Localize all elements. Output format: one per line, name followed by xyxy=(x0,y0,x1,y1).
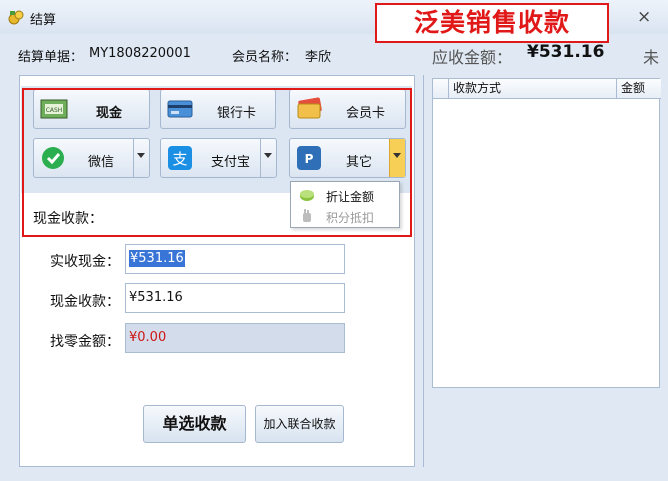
wechat-dropdown[interactable] xyxy=(133,139,149,177)
alipay-dropdown[interactable] xyxy=(260,139,276,177)
order-number: MY1808220001 xyxy=(89,46,191,61)
amount-due-label: 应收金额： xyxy=(432,48,513,67)
svg-text:P: P xyxy=(305,152,314,166)
member-card-icon xyxy=(297,97,322,119)
joint-payment-button[interactable]: 加入联合收款 xyxy=(255,405,344,443)
single-payment-button[interactable]: 单选收款 xyxy=(143,405,246,443)
wechat-label: 微信 xyxy=(88,155,115,170)
change-label: 找零金额： xyxy=(50,334,120,350)
change-field: ¥0.00 xyxy=(125,323,345,353)
svg-text:支: 支 xyxy=(172,150,187,168)
bank-card-button[interactable]: 银行卡 xyxy=(160,89,276,129)
actual-cash-field[interactable]: ¥531.16 xyxy=(125,244,345,274)
actual-cash-value: ¥531.16 xyxy=(129,250,185,267)
coins-icon xyxy=(8,10,24,25)
cash-icon: CASH xyxy=(40,99,68,119)
cash-received-field[interactable]: ¥531.16 xyxy=(125,283,345,313)
alipay-icon: 支 xyxy=(168,146,192,170)
close-button[interactable]: × xyxy=(637,7,651,27)
menu-item-label: 积分抵扣 xyxy=(326,211,375,225)
member-name: 李欣 xyxy=(305,50,332,65)
grid-header-method[interactable]: 收款方式 xyxy=(449,79,617,99)
cash-button[interactable]: CASH 现金 xyxy=(33,89,150,129)
member-card-label: 会员卡 xyxy=(346,106,386,121)
truncated-label: 未 xyxy=(643,48,660,67)
actual-cash-label: 实收现金： xyxy=(50,254,120,270)
member-card-button[interactable]: 会员卡 xyxy=(289,89,406,129)
payment-grid[interactable]: 收款方式 金额 xyxy=(432,78,661,388)
bank-card-label: 银行卡 xyxy=(217,106,257,121)
other-menu: 折让金额 积分抵扣 xyxy=(290,181,400,228)
amount-due-value: ¥531.16 xyxy=(527,42,605,62)
grid-corner xyxy=(433,79,449,99)
brand-banner: 泛美销售收款 xyxy=(375,3,609,43)
chevron-down-icon xyxy=(393,153,401,158)
other-button[interactable]: P 其它 xyxy=(289,138,406,178)
other-label: 其它 xyxy=(346,155,373,170)
svg-text:CASH: CASH xyxy=(46,107,63,114)
alipay-label: 支付宝 xyxy=(211,155,251,170)
grid-header-amount[interactable]: 金额 xyxy=(617,79,661,99)
order-label: 结算单据： xyxy=(18,50,84,65)
hand-icon xyxy=(303,209,311,222)
cash-section-title: 现金收款： xyxy=(33,211,103,227)
other-dropdown[interactable] xyxy=(389,139,405,177)
payment-method-area: CASH 现金 银行卡 会员卡 微信 支 支付宝 P 其它 xyxy=(21,86,412,193)
discount-icon xyxy=(300,190,314,201)
cash-label: 现金 xyxy=(96,106,123,121)
bank-card-icon xyxy=(167,100,193,118)
paypal-icon: P xyxy=(297,146,321,170)
cash-received-value: ¥531.16 xyxy=(129,290,183,305)
cash-received-label: 现金收款： xyxy=(50,294,120,310)
member-label: 会员名称： xyxy=(232,50,298,65)
chevron-down-icon xyxy=(137,153,145,158)
alipay-button[interactable]: 支 支付宝 xyxy=(160,138,277,178)
menu-item-label: 折让金额 xyxy=(326,190,375,204)
wechat-button[interactable]: 微信 xyxy=(33,138,150,178)
chevron-down-icon xyxy=(264,153,272,158)
window-title: 结算 xyxy=(30,13,57,28)
menu-item-points[interactable]: 积分抵扣 xyxy=(291,205,401,227)
wechat-icon xyxy=(42,147,64,169)
change-value: ¥0.00 xyxy=(129,330,167,345)
menu-item-discount[interactable]: 折让金额 xyxy=(291,184,401,206)
